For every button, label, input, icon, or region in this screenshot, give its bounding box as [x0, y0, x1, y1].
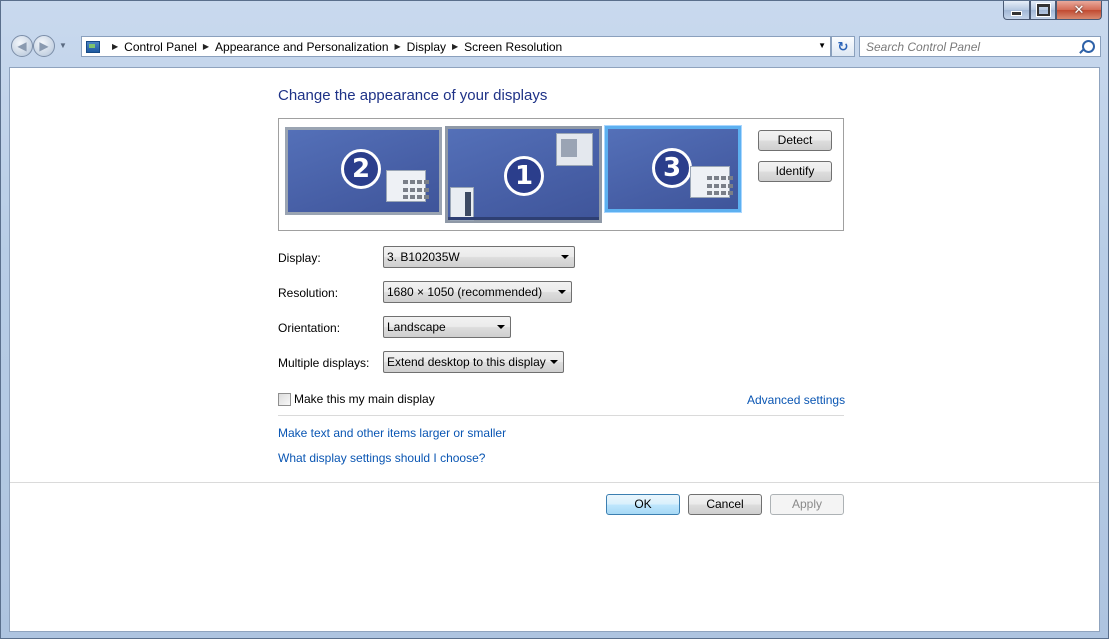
monitor-1[interactable]: 1	[445, 126, 602, 223]
refresh-button[interactable]: ↻	[831, 36, 855, 57]
window-thumbnail-icon	[386, 170, 429, 202]
display-value: 3. B102035W	[387, 250, 460, 264]
breadcrumb-chevron-icon[interactable]: ▶	[112, 42, 118, 51]
minimize-icon	[1011, 10, 1022, 16]
monitor-number: 2	[341, 149, 381, 189]
advanced-settings-link[interactable]: Advanced settings	[747, 393, 845, 407]
breadcrumb-appearance[interactable]: Appearance and Personalization	[215, 40, 388, 54]
search-box	[859, 36, 1101, 57]
main-display-checkbox-row[interactable]: Make this my main display	[278, 392, 435, 406]
content-pane: Change the appearance of your displays 2…	[9, 67, 1100, 632]
dropdown-arrow-icon	[497, 325, 505, 329]
maximize-button[interactable]	[1030, 1, 1056, 20]
breadcrumb-chevron-icon[interactable]: ▶	[203, 42, 209, 51]
screen-resolution-window: ✕ ◀ ▶ ▼ ▶ Control Panel ▶ Appearance and…	[0, 0, 1109, 639]
page-title: Change the appearance of your displays	[278, 87, 548, 104]
close-icon: ✕	[1073, 2, 1085, 17]
forward-arrow-icon: ▶	[39, 39, 49, 53]
address-bar[interactable]: ▶ Control Panel ▶ Appearance and Persona…	[81, 36, 831, 57]
address-dropdown-icon[interactable]: ▼	[818, 41, 826, 50]
breadcrumb-control-panel[interactable]: Control Panel	[124, 40, 197, 54]
monitor-3[interactable]: 3	[605, 126, 741, 212]
dropdown-arrow-icon	[561, 255, 569, 259]
display-settings-help-link[interactable]: What display settings should I choose?	[278, 451, 485, 465]
navigation-bar: ◀ ▶ ▼ ▶ Control Panel ▶ Appearance and P…	[9, 33, 1101, 59]
start-menu-thumbnail-icon	[450, 187, 474, 221]
apply-button[interactable]: Apply	[770, 494, 844, 515]
breadcrumb-chevron-icon[interactable]: ▶	[395, 42, 401, 51]
identify-button[interactable]: Identify	[758, 161, 832, 182]
forward-button[interactable]: ▶	[33, 35, 55, 57]
orientation-select[interactable]: Landscape	[383, 316, 511, 338]
breadcrumb-screen-resolution[interactable]: Screen Resolution	[464, 40, 562, 54]
search-icon[interactable]	[1082, 40, 1095, 53]
text-size-link[interactable]: Make text and other items larger or smal…	[278, 426, 506, 440]
divider	[10, 482, 1099, 483]
recent-pages-dropdown-icon[interactable]: ▼	[59, 41, 67, 50]
main-display-checkbox[interactable]	[278, 392, 291, 406]
caption-buttons: ✕	[1003, 1, 1102, 21]
window-thumbnail-icon	[556, 133, 593, 166]
search-input[interactable]	[866, 39, 1076, 54]
multiple-displays-value: Extend desktop to this display	[387, 355, 546, 369]
taskbar-thumbnail	[448, 217, 599, 220]
dropdown-arrow-icon	[550, 360, 558, 364]
ok-button[interactable]: OK	[606, 494, 680, 515]
monitor-number: 3	[652, 148, 692, 188]
breadcrumb-display[interactable]: Display	[407, 40, 446, 54]
divider	[278, 415, 844, 416]
display-label: Display:	[278, 251, 321, 265]
multiple-displays-label: Multiple displays:	[278, 356, 370, 370]
resolution-label: Resolution:	[278, 286, 339, 300]
orientation-value: Landscape	[387, 320, 446, 334]
main-display-checkbox-label[interactable]: Make this my main display	[294, 392, 435, 406]
monitor-2[interactable]: 2	[285, 127, 442, 215]
window-thumbnail-icon	[690, 166, 733, 198]
display-select[interactable]: 3. B102035W	[383, 246, 575, 268]
dropdown-arrow-icon	[558, 290, 566, 294]
back-button[interactable]: ◀	[11, 35, 33, 57]
monitor-number: 1	[504, 156, 544, 196]
resolution-value: 1680 × 1050 (recommended)	[387, 285, 543, 299]
cancel-button[interactable]: Cancel	[688, 494, 762, 515]
detect-button[interactable]: Detect	[758, 130, 832, 151]
resolution-select[interactable]: 1680 × 1050 (recommended)	[383, 281, 572, 303]
breadcrumb-chevron-icon[interactable]: ▶	[452, 42, 458, 51]
refresh-icon: ↻	[837, 38, 849, 54]
control-panel-icon	[86, 40, 100, 53]
multiple-displays-select[interactable]: Extend desktop to this display	[383, 351, 564, 373]
minimize-button[interactable]	[1003, 1, 1030, 20]
back-arrow-icon: ◀	[17, 39, 27, 53]
maximize-icon	[1036, 4, 1050, 16]
close-button[interactable]: ✕	[1056, 1, 1102, 20]
orientation-label: Orientation:	[278, 321, 341, 335]
